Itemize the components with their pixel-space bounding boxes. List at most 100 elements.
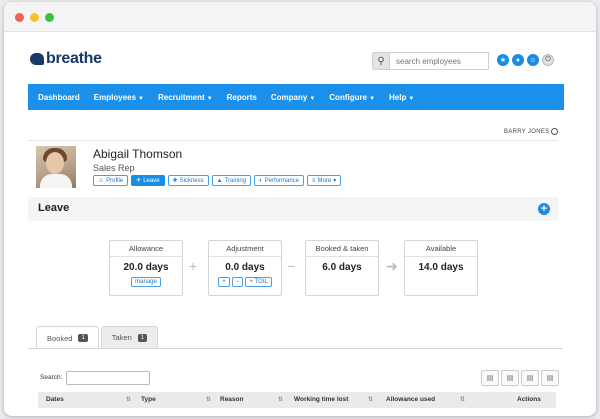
caret-down-icon: ▾ <box>333 178 337 184</box>
logout-icon[interactable] <box>551 128 559 135</box>
export-buttons: ▤ ▤ ▤ ▤ <box>481 370 559 386</box>
window-titlebar <box>4 2 596 32</box>
tab-label: Leave <box>143 177 160 184</box>
allowance-card: Allowance 20.0 days manage <box>109 240 183 296</box>
booked-taken-value: 6.0 days <box>322 262 362 273</box>
breathe-logo[interactable]: breathe <box>30 50 102 68</box>
power-icon[interactable]: ⏻ <box>542 54 554 66</box>
available-card: Available 14.0 days <box>404 240 478 296</box>
available-value: 14.0 days <box>418 262 464 273</box>
available-label: Available <box>405 241 477 257</box>
header-icons: ★ ● ☺ ⏻ <box>497 54 554 66</box>
nav-label: Company <box>270 92 308 102</box>
tab-booked[interactable]: Booked 1 <box>36 326 99 349</box>
nav-label: Recruitment <box>158 92 205 102</box>
close-window-button[interactable] <box>15 13 24 22</box>
sort-icon[interactable]: ⇅ <box>368 396 373 403</box>
caret-down-icon: ▼ <box>206 95 213 102</box>
add-leave-button[interactable]: + <box>538 203 550 215</box>
csv-export-icon[interactable]: ▤ <box>501 370 519 386</box>
minimize-window-button[interactable] <box>30 13 39 22</box>
tab-taken[interactable]: Taken 1 <box>100 326 159 348</box>
list-icon: ≡ <box>312 177 316 184</box>
sort-icon[interactable]: ⇅ <box>278 396 283 403</box>
sort-icon[interactable]: ⇅ <box>206 396 211 403</box>
chat-icon[interactable]: ● <box>512 54 524 66</box>
employee-tabs: ☺ Profile ✈ Leave ✚ Sickness ▲ Training ◐ Per… <box>93 175 342 186</box>
nav-label: Dashboard <box>38 92 80 102</box>
user-icon[interactable]: ☺ <box>527 54 539 66</box>
caret-down-icon: ▼ <box>369 95 376 102</box>
graduation-cap-icon: ▲ <box>216 177 223 184</box>
nav-item-configure[interactable]: Configure ▼ <box>329 93 375 102</box>
nav-item-company[interactable]: Company ▼ <box>271 93 315 102</box>
booked-taken-card: Booked & taken 6.0 days <box>305 240 379 296</box>
nav-item-help[interactable]: Help ▼ <box>389 93 414 102</box>
table-header: Dates ⇅ Type ⇅ Reason ⇅ Working time los… <box>38 392 556 408</box>
tab-performance[interactable]: ◐ Performance <box>254 175 304 186</box>
increase-adjustment-button[interactable]: + <box>218 277 230 287</box>
search-employees-input[interactable] <box>390 52 489 70</box>
nav-item-dashboard[interactable]: Dashboard <box>38 93 80 102</box>
toil-label: TOIL <box>254 279 268 285</box>
count-badge: 1 <box>137 333 148 342</box>
tab-label: Training <box>224 177 247 184</box>
tab-profile[interactable]: ☺ Profile <box>93 175 129 186</box>
medkit-icon: ✚ <box>172 178 178 184</box>
tab-more[interactable]: ≡ More ▾ <box>307 175 342 186</box>
allowance-actions: manage <box>110 277 182 287</box>
person-icon: ☺ <box>98 177 105 184</box>
tab-leave[interactable]: ✈ Leave <box>131 175 165 186</box>
nav-item-recruitment[interactable]: Recruitment ▼ <box>158 93 213 102</box>
allowance-value: 20.0 days <box>123 262 169 273</box>
booking-tabs: Booked 1 Taken 1 <box>36 326 160 349</box>
employee-search: ⚲ <box>372 52 489 70</box>
column-header-reason[interactable]: Reason <box>220 396 243 403</box>
avatar-head <box>46 152 64 174</box>
nav-label: Help <box>389 92 407 102</box>
column-header-allowance-used[interactable]: Allowance used <box>386 396 435 403</box>
employee-name: Abigail Thomson <box>93 147 183 161</box>
tab-label: Booked <box>47 333 73 343</box>
plane-icon: ✈ <box>136 178 142 184</box>
column-header-actions: Actions <box>517 396 541 403</box>
adjustment-card: Adjustment 0.0 days + − + TOIL <box>208 240 282 296</box>
table-search-input[interactable] <box>66 371 150 385</box>
nav-item-employees[interactable]: Employees ▼ <box>94 93 144 102</box>
tab-sickness[interactable]: ✚ Sickness <box>167 175 209 186</box>
sort-icon[interactable]: ⇅ <box>460 396 465 403</box>
nav-label: Configure <box>329 92 368 102</box>
excel-export-icon[interactable]: ▤ <box>521 370 539 386</box>
decrease-adjustment-button[interactable]: − <box>231 277 244 287</box>
allowance-label: Allowance <box>110 241 182 257</box>
add-toil-button[interactable]: + TOIL <box>245 277 272 287</box>
tab-training[interactable]: ▲ Training <box>211 175 252 186</box>
minus-operator-icon: − <box>287 258 296 274</box>
tab-label: Performance <box>264 177 299 184</box>
column-header-working-time-lost[interactable]: Working time lost <box>294 396 348 403</box>
main-nav: Dashboard Employees ▼ Recruitment ▼ Report… <box>28 84 564 110</box>
copy-icon[interactable]: ▤ <box>481 370 499 386</box>
count-badge: 1 <box>78 334 88 342</box>
adjustment-value: 0.0 days <box>225 262 265 273</box>
manage-allowance-button[interactable]: manage <box>131 277 161 287</box>
column-header-dates[interactable]: Dates <box>46 396 64 403</box>
column-header-type[interactable]: Type <box>141 396 156 403</box>
employee-role: Sales Rep <box>93 163 135 173</box>
maximize-window-button[interactable] <box>45 13 54 22</box>
search-icon[interactable]: ⚲ <box>372 52 390 70</box>
sort-asc-icon[interactable]: ⇅ <box>126 396 131 403</box>
employee-avatar <box>36 146 76 188</box>
caret-down-icon: ▼ <box>138 95 144 102</box>
star-icon[interactable]: ★ <box>497 54 509 66</box>
tab-divider <box>28 348 563 349</box>
leave-title: Leave <box>38 202 70 214</box>
nav-item-reports[interactable]: Reports <box>227 93 257 102</box>
avatar-body <box>40 174 72 188</box>
divider <box>28 140 558 141</box>
logo-text: breathe <box>46 50 102 67</box>
caret-down-icon: ▼ <box>309 95 316 102</box>
pdf-export-icon[interactable]: ▤ <box>541 370 559 386</box>
tab-label: Sickness <box>179 177 204 184</box>
current-user-link[interactable]: BARRY JONES <box>504 128 559 135</box>
